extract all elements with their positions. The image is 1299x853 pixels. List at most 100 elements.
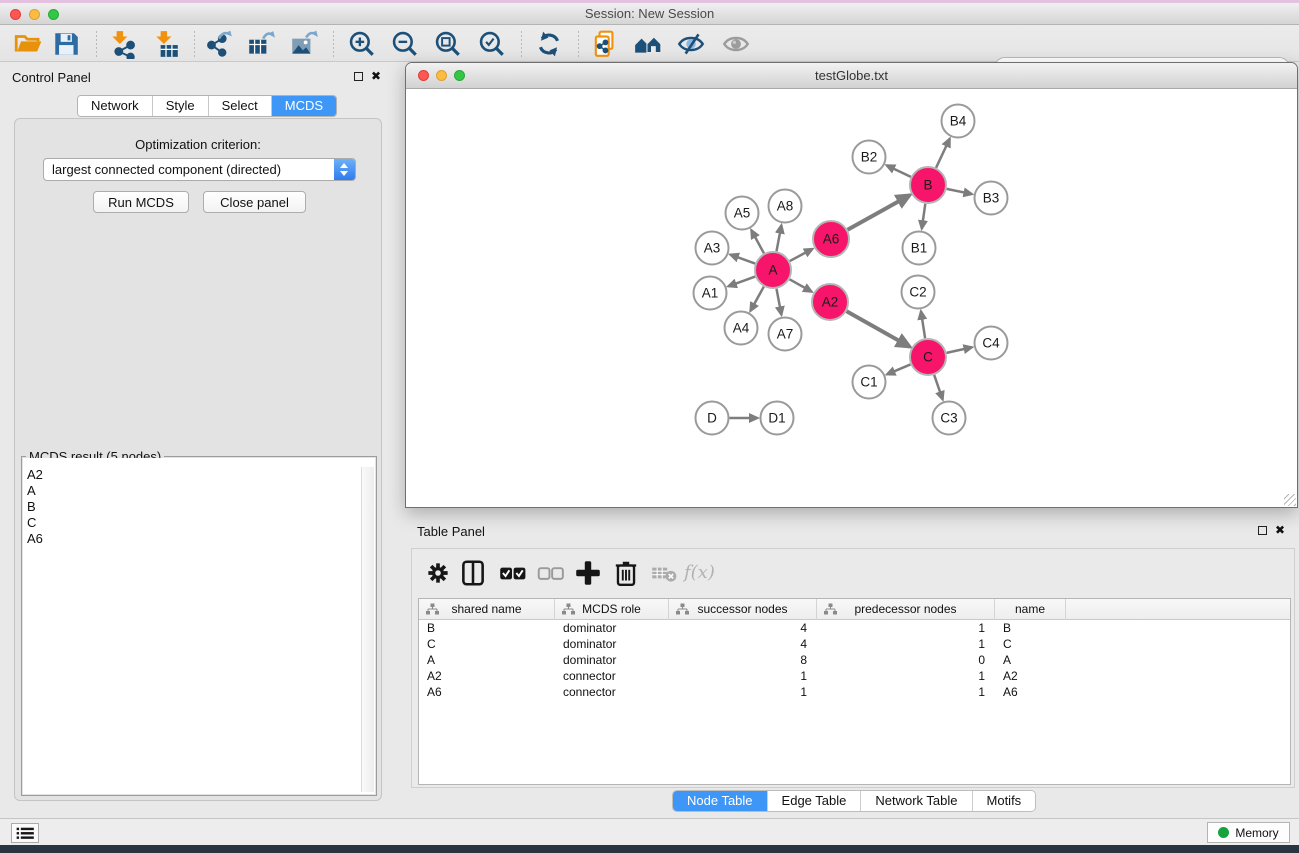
table-cell[interactable]: A2 — [995, 668, 1066, 684]
table-cell[interactable]: A6 — [419, 684, 555, 700]
graph-edge-A-A4[interactable] — [750, 287, 763, 311]
deselect-all-icon[interactable] — [535, 558, 565, 588]
graph-node-A8[interactable]: A8 — [769, 190, 802, 223]
graph-edge-B-B2[interactable] — [887, 165, 911, 176]
graph-edge-B-B3[interactable] — [947, 189, 972, 194]
table-cell[interactable]: 0 — [817, 652, 995, 668]
graph-node-B[interactable]: B — [910, 167, 946, 203]
home-layout-icon[interactable] — [633, 29, 663, 59]
graph-node-A6[interactable]: A6 — [813, 221, 849, 257]
mcds-result-item[interactable]: A2 — [27, 467, 359, 483]
graph-node-A[interactable]: A — [755, 252, 791, 288]
graph-node-A4[interactable]: A4 — [725, 312, 758, 345]
graph-edge-C-C3[interactable] — [934, 375, 942, 400]
window-resize-grip[interactable] — [1284, 494, 1296, 506]
mcds-result-item[interactable]: A6 — [27, 531, 359, 547]
graph-node-D[interactable]: D — [696, 402, 729, 435]
control-tab-select[interactable]: Select — [209, 96, 272, 116]
table-cell[interactable]: C — [419, 636, 555, 652]
zoom-out-icon[interactable] — [390, 29, 420, 59]
hide-selected-eye-icon[interactable] — [676, 29, 706, 59]
graph-node-A7[interactable]: A7 — [769, 318, 802, 351]
table-row[interactable]: Adominator80A — [419, 652, 1290, 668]
graph-node-A3[interactable]: A3 — [696, 232, 729, 265]
table-cell[interactable]: A — [995, 652, 1066, 668]
graph-node-C3[interactable]: C3 — [933, 402, 966, 435]
delete-table-icon[interactable] — [649, 558, 679, 588]
graph-node-C4[interactable]: C4 — [975, 327, 1008, 360]
column-layout-icon[interactable] — [458, 558, 488, 588]
table-row[interactable]: Bdominator41B — [419, 620, 1290, 636]
network-canvas[interactable]: AA1A2A3A4A5A6A7A8BB1B2B3B4CC1C2C3C4DD1 — [407, 90, 1296, 507]
graph-edge-C-C2[interactable] — [921, 311, 925, 338]
graph-edge-A2-C[interactable] — [847, 311, 910, 346]
graph-node-B1[interactable]: B1 — [903, 232, 936, 265]
graph-edge-B-B1[interactable] — [922, 204, 926, 229]
mcds-result-item[interactable]: B — [27, 499, 359, 515]
table-panel-float-icon[interactable] — [1258, 526, 1267, 535]
control-panel-float-icon[interactable] — [354, 72, 363, 81]
table-cell[interactable]: dominator — [555, 620, 669, 636]
graph-edge-A-A1[interactable] — [728, 277, 755, 287]
table-options-icon[interactable] — [423, 558, 453, 588]
import-network-icon[interactable] — [107, 29, 137, 59]
mcds-result-item[interactable]: A — [27, 483, 359, 499]
table-cell[interactable]: C — [995, 636, 1066, 652]
run-mcds-button[interactable]: Run MCDS — [93, 191, 189, 213]
column-header-MCDS-role[interactable]: MCDS role — [555, 599, 669, 620]
delete-column-trash-icon[interactable] — [611, 558, 641, 588]
graph-node-C1[interactable]: C1 — [853, 366, 886, 399]
table-cell[interactable]: connector — [555, 684, 669, 700]
control-tab-style[interactable]: Style — [153, 96, 209, 116]
table-cell[interactable]: 8 — [669, 652, 817, 668]
column-header-name[interactable]: name — [995, 599, 1066, 620]
table-cell[interactable]: 1 — [817, 684, 995, 700]
control-tab-mcds[interactable]: MCDS — [272, 96, 336, 116]
graph-edge-A-A7[interactable] — [777, 289, 782, 315]
copy-network-icon[interactable] — [591, 29, 621, 59]
graph-node-C2[interactable]: C2 — [902, 276, 935, 309]
graph-edge-A6-B[interactable] — [848, 195, 910, 230]
graph-node-B4[interactable]: B4 — [942, 105, 975, 138]
graph-edge-C-C1[interactable] — [887, 364, 911, 374]
graph-edge-B-B4[interactable] — [936, 139, 950, 168]
table-cell[interactable]: connector — [555, 668, 669, 684]
table-cell[interactable]: A2 — [419, 668, 555, 684]
table-row[interactable]: A2connector11A2 — [419, 668, 1290, 684]
graph-edge-A-A5[interactable] — [751, 230, 764, 253]
add-column-icon[interactable] — [573, 558, 603, 588]
table-cell[interactable]: dominator — [555, 636, 669, 652]
graph-node-D1[interactable]: D1 — [761, 402, 794, 435]
network-graph[interactable]: AA1A2A3A4A5A6A7A8BB1B2B3B4CC1C2C3C4DD1 — [407, 90, 1296, 507]
graph-edge-A-A2[interactable] — [790, 279, 812, 291]
import-table-icon[interactable] — [151, 29, 181, 59]
table-cell[interactable]: A6 — [995, 684, 1066, 700]
zoom-fit-icon[interactable] — [433, 29, 463, 59]
function-builder-icon[interactable]: f(x) — [684, 558, 714, 588]
save-session-icon[interactable] — [51, 29, 81, 59]
graph-node-B2[interactable]: B2 — [853, 141, 886, 174]
graph-edge-C-C4[interactable] — [947, 347, 972, 353]
table-cell[interactable]: 4 — [669, 620, 817, 636]
graph-node-C[interactable]: C — [910, 339, 946, 375]
column-header-shared-name[interactable]: shared name — [419, 599, 555, 620]
table-row[interactable]: A6connector11A6 — [419, 684, 1290, 700]
open-folder-icon[interactable] — [13, 29, 43, 59]
graph-node-B3[interactable]: B3 — [975, 182, 1008, 215]
export-table-icon[interactable] — [246, 29, 276, 59]
network-window-titlebar[interactable]: testGlobe.txt — [406, 63, 1297, 89]
table-cell[interactable]: 4 — [669, 636, 817, 652]
graph-node-A1[interactable]: A1 — [694, 277, 727, 310]
graph-node-A5[interactable]: A5 — [726, 197, 759, 230]
table-cell[interactable]: A — [419, 652, 555, 668]
table-cell[interactable]: 1 — [817, 668, 995, 684]
zoom-selected-icon[interactable] — [477, 29, 507, 59]
criterion-dropdown[interactable]: largest connected component (directed) — [43, 158, 356, 181]
table-cell[interactable]: B — [995, 620, 1066, 636]
mcds-scrollbar[interactable] — [361, 467, 374, 792]
close-panel-button[interactable]: Close panel — [203, 191, 306, 213]
memory-button[interactable]: Memory — [1207, 822, 1290, 843]
task-history-button[interactable] — [11, 823, 39, 843]
table-tab-edge-table[interactable]: Edge Table — [768, 791, 862, 811]
control-panel-close-icon[interactable]: ✖ — [371, 72, 381, 81]
